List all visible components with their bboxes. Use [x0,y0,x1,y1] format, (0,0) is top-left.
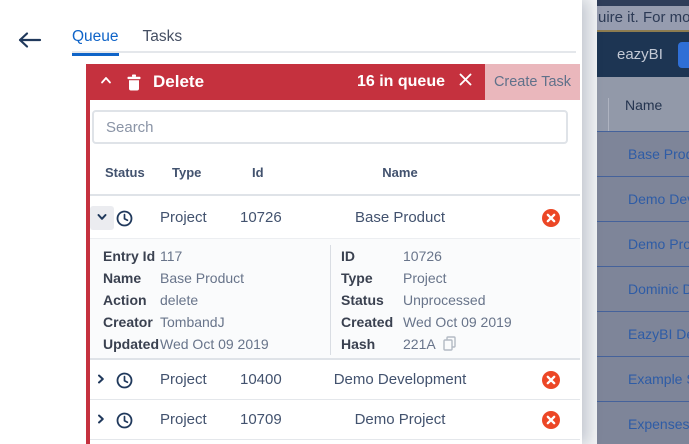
delete-queue-card: Delete 16 in queue Create Task Status Ty… [86,64,580,444]
tab-bar: Queue Tasks [72,28,182,56]
pending-clock-icon [116,412,133,429]
detail-value: Base Product [160,267,244,289]
detail-value: Project [403,267,447,289]
arrow-left-icon [16,36,42,53]
chevron-down-icon [96,210,108,227]
collapse-button[interactable] [99,73,113,92]
card-body: Status Type Id Name Project [86,100,580,444]
screen: uire it. For mor eazyBI Name Base Produ … [0,0,689,444]
detail-value: Unprocessed [403,289,486,311]
detail-label: Type [341,267,373,289]
row-id: 10400 [240,360,282,400]
page-row-link[interactable]: EazyBI Dem [597,311,689,356]
row-type: Project [160,360,207,400]
detail-label: Name [103,267,141,289]
row-id: 10709 [240,400,282,440]
card-header: Delete 16 in queue Create Task [86,64,580,100]
page-row-link[interactable]: Example Se [597,356,689,401]
detail-label: Status [341,289,384,311]
page-row-link[interactable]: Expenses [597,401,689,444]
tab-tasks[interactable]: Tasks [143,28,183,56]
row-type: Project [160,400,207,440]
row-name: Base Product [290,198,510,238]
detail-value: 10726 [403,245,442,267]
tab-queue[interactable]: Queue [72,28,119,56]
page-table-rows: Base Produ Demo Deve Demo Proje Dominic … [597,131,689,444]
detail-label: ID [341,245,355,267]
detail-value: TombandJ [160,311,225,333]
remove-from-queue-button[interactable] [542,371,560,389]
queue-row: Project 10400 Demo Development [90,360,580,400]
close-button[interactable] [458,72,473,92]
detail-label: Action [103,289,147,311]
column-divider [608,98,609,132]
page-row-link[interactable]: Demo Deve [597,176,689,221]
page-navbar: eazyBI [597,32,689,77]
detail-right-column: ID 10726 Type Project Status Unprocessed Cr… [330,245,580,355]
expand-row-button[interactable] [94,373,108,387]
chevron-up-icon [99,73,113,92]
chevron-right-icon [95,412,107,429]
name-column-header: Name [625,89,662,122]
column-header-type: Type [172,150,201,196]
queue-row: Project 10709 Demo Project [90,400,580,440]
delete-x-icon [542,214,560,231]
delete-x-icon [542,376,560,393]
page-row-link[interactable]: Demo Proje [597,221,689,266]
detail-label: Entry Id [103,245,155,267]
card-header-main: Delete 16 in queue [86,64,485,100]
navbar-button[interactable] [678,42,689,68]
column-header-status: Status [105,150,145,196]
column-header-id: Id [252,150,264,196]
chevron-right-icon [95,372,107,389]
eazybi-brand: eazyBI [617,32,663,77]
collapse-row-button[interactable] [90,206,114,230]
queue-row: Project 10726 Base Product [90,198,580,238]
row-name: Demo Project [290,400,510,440]
pending-clock-icon [116,372,133,389]
row-type: Project [160,198,207,238]
row-name: Demo Development [290,360,510,400]
detail-label: Updated [103,333,159,355]
delete-x-icon [542,416,560,433]
detail-value: 117 [160,245,182,267]
page-row-link[interactable]: Dominic De [597,266,689,311]
page-row-link[interactable]: Base Produ [597,131,689,176]
card-title: Delete [153,72,204,92]
row-id: 10726 [240,198,282,238]
close-icon [458,72,473,92]
column-header-name: Name [290,150,510,196]
detail-label: Creator [103,311,153,333]
queue-count-badge: 16 in queue [357,73,445,91]
page-table-header: Name [597,77,689,133]
expand-row-button[interactable] [94,413,108,427]
detail-label: Created [341,311,393,333]
hash-value: 221A [403,333,456,357]
page-banner-text: uire it. For mor [597,6,689,30]
copy-icon[interactable] [443,335,456,357]
pending-clock-icon [116,210,133,227]
detail-left-column: Entry Id117 Name Base Product Action delet… [90,245,330,355]
detail-value: delete [160,289,198,311]
back-button[interactable] [16,31,44,53]
detail-value: Wed Oct 09 2019 [160,333,269,355]
detail-value: Wed Oct 09 2019 [403,311,512,333]
row-detail-panel: Entry Id117 Name Base Product Action delet… [90,238,580,360]
detail-label: Hash [341,333,375,355]
search-input[interactable] [92,110,568,144]
remove-from-queue-button[interactable] [542,411,560,429]
queue-popup: Queue Tasks Delete 16 in queue [0,0,582,444]
trash-icon [126,74,142,91]
remove-from-queue-button[interactable] [542,209,560,227]
table-header: Status Type Id Name [90,150,580,196]
background-page: uire it. For mor eazyBI Name Base Produ … [597,0,689,444]
create-task-button[interactable]: Create Task [485,64,580,100]
popup-shadow-gap [582,0,597,444]
